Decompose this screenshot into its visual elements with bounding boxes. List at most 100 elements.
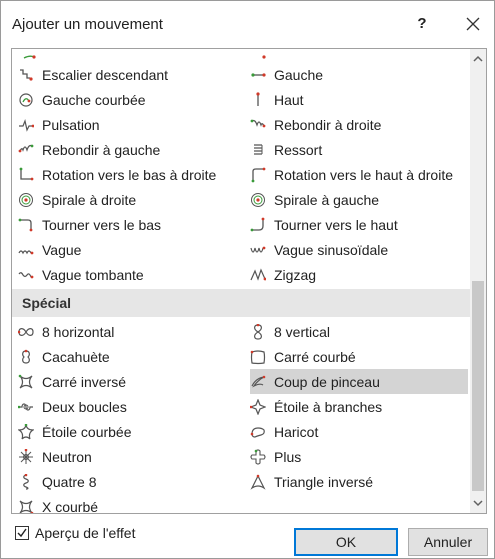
scroll-down-button[interactable] bbox=[470, 495, 486, 511]
motion-item-curved-square[interactable]: Carré courbé bbox=[250, 344, 468, 369]
motion-item-curved-x[interactable]: X courbé bbox=[18, 494, 238, 513]
motion-item-zigzag[interactable]: Zigzag bbox=[250, 262, 468, 287]
motion-item-label: Étoile courbée bbox=[42, 423, 132, 440]
dialog-footer: Aperçu de l'effet OK Annuler bbox=[1, 515, 494, 559]
motion-item-sine-wave[interactable]: Vague sinusoïdale bbox=[250, 237, 468, 262]
motion-item-label: Étoile à branches bbox=[274, 398, 383, 415]
spiral-right-icon bbox=[18, 192, 34, 208]
list-row: Gauche courbée Haut bbox=[12, 87, 470, 112]
motion-item-label: Vague sinusoïdale bbox=[274, 241, 389, 258]
motion-item-turn-down[interactable]: Tourner vers le bas bbox=[18, 212, 238, 237]
motion-item-four-eights[interactable]: Quatre 8 bbox=[18, 469, 238, 494]
motion-item-neutron[interactable]: Neutron bbox=[18, 444, 238, 469]
motion-item-label: Gauche courbée bbox=[42, 91, 146, 108]
curved-star-icon bbox=[18, 423, 34, 440]
stairs-down-icon bbox=[18, 67, 34, 83]
motion-item-label: Triangle inversé bbox=[274, 473, 374, 490]
list-row: Étoile courbée Haricot bbox=[12, 419, 470, 444]
motion-item-label: Spirale à gauche bbox=[274, 191, 380, 208]
motion-item-label: Deux boucles bbox=[42, 398, 127, 415]
motion-item-horizontal-eight[interactable]: 8 horizontal bbox=[18, 319, 238, 344]
turn-down-icon bbox=[18, 217, 34, 233]
list-row: Rebondir à gauche Ressort bbox=[12, 137, 470, 162]
bean-icon bbox=[250, 424, 266, 440]
motion-item-bean[interactable]: Haricot bbox=[250, 419, 468, 444]
list-row: Quatre 8 Triangle inversé bbox=[12, 469, 470, 494]
motion-item-peanut[interactable]: Cacahuète bbox=[18, 344, 238, 369]
spring-icon bbox=[250, 142, 266, 158]
motion-item-label: Zigzag bbox=[274, 266, 317, 283]
motion-item-label: Spirale à droite bbox=[42, 191, 137, 208]
motion-item-inverted-square[interactable]: Carré inversé bbox=[18, 369, 238, 394]
motion-item-stairs-down[interactable]: Escalier descendant bbox=[18, 62, 238, 87]
curved-left-icon bbox=[18, 92, 34, 108]
preview-checkbox[interactable] bbox=[15, 526, 29, 540]
motion-item-label: Neutron bbox=[42, 448, 92, 465]
spiral-left-icon bbox=[250, 192, 266, 208]
motion-item-branch-star[interactable]: Étoile à branches bbox=[250, 394, 468, 419]
motion-item-arrow-up[interactable]: Haut bbox=[250, 87, 468, 112]
arrow-left-icon bbox=[250, 67, 266, 83]
motion-item-label: Pulsation bbox=[42, 116, 100, 133]
preview-effect-option[interactable]: Aperçu de l'effet bbox=[15, 525, 135, 541]
dialog-title: Ajouter un mouvement bbox=[12, 16, 163, 33]
scroll-up-button[interactable] bbox=[470, 51, 486, 67]
motion-item-bounce-right[interactable]: Rebondir à droite bbox=[250, 112, 468, 137]
motion-item-turn-up-right[interactable]: Rotation vers le haut à droite bbox=[250, 162, 468, 187]
close-button[interactable] bbox=[460, 11, 486, 37]
help-button[interactable]: ? bbox=[409, 11, 435, 37]
zigzag-icon bbox=[250, 267, 266, 283]
preview-label: Aperçu de l'effet bbox=[35, 525, 136, 541]
horizontal-eight-icon bbox=[18, 324, 34, 340]
motion-item-label: Carré inversé bbox=[42, 373, 127, 390]
motion-item-label: 8 vertical bbox=[274, 323, 331, 340]
motion-item-inverted-triangle[interactable]: Triangle inversé bbox=[250, 469, 468, 494]
motion-item-curved-left[interactable]: Gauche courbée bbox=[18, 87, 238, 112]
motion-item-pulse[interactable]: Pulsation bbox=[18, 112, 238, 137]
motion-item-curved-star[interactable]: Étoile courbée bbox=[18, 419, 238, 444]
motion-item-falling-wave[interactable]: Vague tombante bbox=[18, 262, 238, 287]
motion-item-spiral-left[interactable]: Spirale à gauche bbox=[250, 187, 468, 212]
motion-item-label: Rotation vers le haut à droite bbox=[274, 166, 453, 183]
motion-item-label: Carré courbé bbox=[274, 348, 356, 365]
peanut-icon bbox=[18, 349, 34, 365]
motion-item-label: Rebondir à droite bbox=[274, 116, 382, 133]
motion-item-spiral-right[interactable]: Spirale à droite bbox=[18, 187, 238, 212]
wave-icon bbox=[18, 242, 34, 258]
branch-star-icon bbox=[250, 398, 266, 415]
motion-item-brush-stroke[interactable]: Coup de pinceau bbox=[250, 369, 468, 394]
motion-path-list[interactable]: Escalier descendant Gauche Gauche courbée H… bbox=[11, 48, 487, 514]
turn-up-right-icon bbox=[250, 167, 266, 183]
list-row: Cacahuète Carré courbé bbox=[12, 344, 470, 369]
motion-item-spring[interactable]: Ressort bbox=[250, 137, 468, 162]
sine-wave-icon bbox=[250, 242, 266, 258]
falling-wave-icon bbox=[18, 267, 34, 283]
motion-item-label: Escalier descendant bbox=[42, 66, 169, 83]
scroll-thumb[interactable] bbox=[472, 281, 484, 491]
inverted-triangle-icon bbox=[250, 474, 266, 490]
motion-item-vertical-eight[interactable]: 8 vertical bbox=[250, 319, 468, 344]
motion-item-turn-down-right[interactable]: Rotation vers le bas à droite bbox=[18, 162, 238, 187]
motion-item-turn-up[interactable]: Tourner vers le haut bbox=[250, 212, 468, 237]
list-row: Carré inversé Coup de pinceau bbox=[12, 369, 470, 394]
motion-item-wave[interactable]: Vague bbox=[18, 237, 238, 262]
motion-item-two-loops[interactable]: Deux boucles bbox=[18, 394, 238, 419]
motion-item-bounce-left[interactable]: Rebondir à gauche bbox=[18, 137, 238, 162]
list-row: Vague Vague sinusoïdale bbox=[12, 237, 470, 262]
list-row: Vague tombante Zigzag bbox=[12, 262, 470, 287]
motion-item-label: Vague bbox=[42, 241, 82, 258]
list-row: Spirale à droite Spirale à gauche bbox=[12, 187, 470, 212]
motion-item-label: Ressort bbox=[274, 141, 323, 158]
cancel-button[interactable]: Annuler bbox=[408, 528, 488, 556]
bounce-left-icon bbox=[18, 142, 34, 158]
motion-item-arrow-left[interactable]: Gauche bbox=[250, 62, 468, 87]
bounce-right-icon bbox=[250, 117, 266, 133]
motion-item-label: 8 horizontal bbox=[42, 323, 115, 340]
ok-button[interactable]: OK bbox=[294, 528, 398, 556]
list-scrollbar[interactable] bbox=[470, 49, 486, 513]
four-eights-icon bbox=[18, 473, 34, 490]
motion-item-plus-shape[interactable]: Plus bbox=[250, 444, 468, 469]
list-row: Deux boucles Étoile à branches bbox=[12, 394, 470, 419]
plus-shape-icon bbox=[250, 448, 266, 465]
motion-item-label: Coup de pinceau bbox=[274, 373, 380, 390]
